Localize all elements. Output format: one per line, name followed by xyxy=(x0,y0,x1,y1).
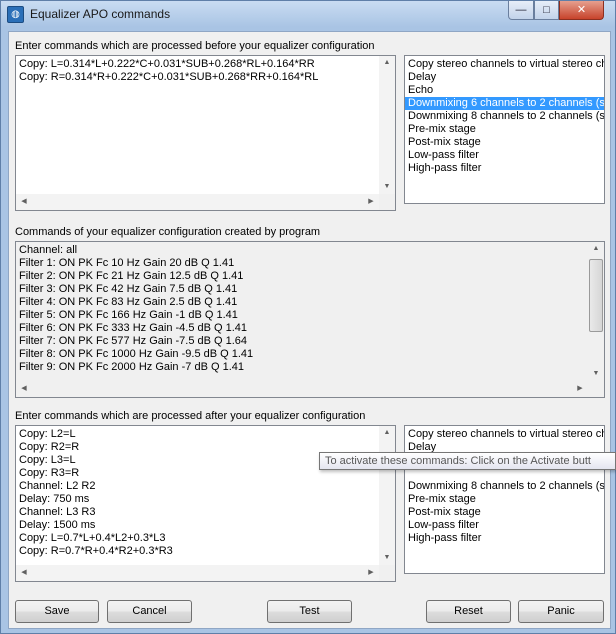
scroll-left-arrow-icon[interactable]: ◀ xyxy=(16,565,32,581)
before-commands-lines: Copy: L=0.314*L+0.222*C+0.031*SUB+0.268*… xyxy=(19,58,379,84)
template-list-item[interactable]: Post-mix stage xyxy=(405,136,604,149)
program-command-line: Filter 9: ON PK Fc 2000 Hz Gain -7 dB Q … xyxy=(19,361,244,373)
command-line: Copy: L2=L xyxy=(19,428,76,440)
template-list-item[interactable]: High-pass filter xyxy=(405,532,604,545)
program-commands-lines: Channel: all Filter 1: ON PK Fc 10 Hz Gai… xyxy=(19,244,588,374)
program-command-line: Filter 5: ON PK Fc 166 Hz Gain -1 dB Q 1… xyxy=(19,309,238,321)
scroll-down-arrow-icon[interactable]: ▼ xyxy=(379,180,395,194)
after-horizontal-scrollbar[interactable]: ◀ ▶ xyxy=(16,565,379,581)
program-command-line: Channel: all xyxy=(19,244,78,256)
command-line: Channel: L2 R2 xyxy=(19,480,96,492)
command-line: Copy: L=0.7*L+0.4*L2+0.3*L3 xyxy=(19,532,166,544)
program-horizontal-scrollbar[interactable]: ◀ ▶ xyxy=(16,381,588,397)
title-bar[interactable]: ◍ Equalizer APO commands — □ ✕ xyxy=(1,1,615,27)
cancel-button[interactable]: Cancel xyxy=(107,600,192,623)
scroll-right-arrow-icon[interactable]: ▶ xyxy=(572,381,588,397)
window-title: Equalizer APO commands xyxy=(30,7,171,21)
close-button[interactable]: ✕ xyxy=(559,1,604,20)
program-command-line: Filter 4: ON PK Fc 83 Hz Gain 2.5 dB Q 1… xyxy=(19,296,238,308)
after-commands-label: Enter commands which are processed after… xyxy=(15,410,366,422)
template-list-item[interactable]: Pre-mix stage xyxy=(405,493,604,506)
scroll-corner xyxy=(379,194,395,210)
scroll-down-arrow-icon[interactable]: ▼ xyxy=(379,551,395,565)
command-line: Copy: R=0.7*R+0.4*R2+0.3*R3 xyxy=(19,545,173,557)
template-list-item[interactable]: Low-pass filter xyxy=(405,519,604,532)
program-commands-textarea[interactable]: Channel: all Filter 1: ON PK Fc 10 Hz Gai… xyxy=(15,241,605,398)
scroll-left-arrow-icon[interactable]: ◀ xyxy=(16,381,32,397)
maximize-button[interactable]: □ xyxy=(534,1,559,20)
after-vertical-scrollbar[interactable]: ▲ ▼ xyxy=(379,426,395,565)
program-command-line: Filter 3: ON PK Fc 42 Hz Gain 7.5 dB Q 1… xyxy=(19,283,238,295)
template-list-item[interactable]: High-pass filter xyxy=(405,162,604,175)
scroll-left-arrow-icon[interactable]: ◀ xyxy=(16,194,32,210)
program-command-line: Filter 6: ON PK Fc 333 Hz Gain -4.5 dB Q… xyxy=(19,322,248,334)
dialog-client-area: Enter commands which are processed befor… xyxy=(8,31,611,629)
template-list-item[interactable]: Post-mix stage xyxy=(405,506,604,519)
test-button[interactable]: Test xyxy=(267,600,352,623)
before-templates-items: Copy stereo channels to virtual stereo c… xyxy=(405,58,604,175)
scroll-right-arrow-icon[interactable]: ▶ xyxy=(363,565,379,581)
template-list-item[interactable]: Downmixing 8 channels to 2 channels (st xyxy=(405,480,604,493)
command-line: Channel: L3 R3 xyxy=(19,506,96,518)
program-command-line: Filter 7: ON PK Fc 577 Hz Gain -7.5 dB Q… xyxy=(19,335,248,347)
program-command-line: Filter 8: ON PK Fc 1000 Hz Gain -9.5 dB … xyxy=(19,348,254,360)
panic-button[interactable]: Panic xyxy=(518,600,604,623)
command-line: Delay: 1500 ms xyxy=(19,519,96,531)
equalizer-apo-commands-window: ◍ Equalizer APO commands — □ ✕ Enter com… xyxy=(0,0,616,634)
after-commands-textarea[interactable]: Copy: L2=L Copy: R2=R Copy: L3=L Copy: R3=R… xyxy=(15,425,396,582)
minimize-button[interactable]: — xyxy=(508,1,534,20)
before-horizontal-scrollbar[interactable]: ◀ ▶ xyxy=(16,194,379,210)
command-line: Delay: 750 ms xyxy=(19,493,90,505)
scroll-up-arrow-icon[interactable]: ▲ xyxy=(379,426,395,440)
command-line: Copy: R=0.314*R+0.222*C+0.031*SUB+0.268*… xyxy=(19,71,319,83)
save-button[interactable]: Save xyxy=(15,600,99,623)
template-list-item[interactable]: Downmixing 6 channels to 2 channels (st xyxy=(405,97,604,110)
after-templates-items: Copy stereo channels to virtual stereo c… xyxy=(405,428,604,545)
before-vertical-scrollbar[interactable]: ▲ ▼ xyxy=(379,56,395,194)
template-list-item[interactable]: Copy stereo channels to virtual stereo c… xyxy=(405,428,604,441)
scroll-down-arrow-icon[interactable]: ▼ xyxy=(588,367,604,381)
program-vertical-scrollbar[interactable]: ▲ ▼ xyxy=(588,242,604,381)
before-templates-listbox[interactable]: Copy stereo channels to virtual stereo c… xyxy=(404,55,605,204)
scroll-corner xyxy=(588,381,604,397)
scroll-up-arrow-icon[interactable]: ▲ xyxy=(588,242,604,256)
template-list-item[interactable]: Low-pass filter xyxy=(405,149,604,162)
command-line: Copy: L=0.314*L+0.222*C+0.031*SUB+0.268*… xyxy=(19,58,315,70)
after-templates-listbox[interactable]: Copy stereo channels to virtual stereo c… xyxy=(404,425,605,574)
template-list-item[interactable]: Copy stereo channels to virtual stereo c… xyxy=(405,58,604,71)
scroll-corner xyxy=(379,565,395,581)
program-command-line: Filter 2: ON PK Fc 21 Hz Gain 12.5 dB Q … xyxy=(19,270,244,282)
scroll-thumb[interactable] xyxy=(589,259,603,332)
template-list-item[interactable]: Pre-mix stage xyxy=(405,123,604,136)
template-list-item[interactable]: Downmixing 8 channels to 2 channels (st xyxy=(405,110,604,123)
program-command-line: Filter 1: ON PK Fc 10 Hz Gain 20 dB Q 1.… xyxy=(19,257,235,269)
before-commands-label: Enter commands which are processed befor… xyxy=(15,40,375,52)
template-list-item[interactable]: Delay xyxy=(405,71,604,84)
reset-button[interactable]: Reset xyxy=(426,600,511,623)
equalizer-apo-app-icon: ◍ xyxy=(7,6,24,23)
scroll-right-arrow-icon[interactable]: ▶ xyxy=(363,194,379,210)
template-list-item[interactable]: Echo xyxy=(405,84,604,97)
after-commands-lines: Copy: L2=L Copy: R2=R Copy: L3=L Copy: R3=R… xyxy=(19,428,379,558)
before-commands-textarea[interactable]: Copy: L=0.314*L+0.222*C+0.031*SUB+0.268*… xyxy=(15,55,396,211)
program-commands-label: Commands of your equalizer configuration… xyxy=(15,226,321,238)
activate-tooltip: To activate these commands: Click on the… xyxy=(319,452,616,470)
scroll-up-arrow-icon[interactable]: ▲ xyxy=(379,56,395,70)
